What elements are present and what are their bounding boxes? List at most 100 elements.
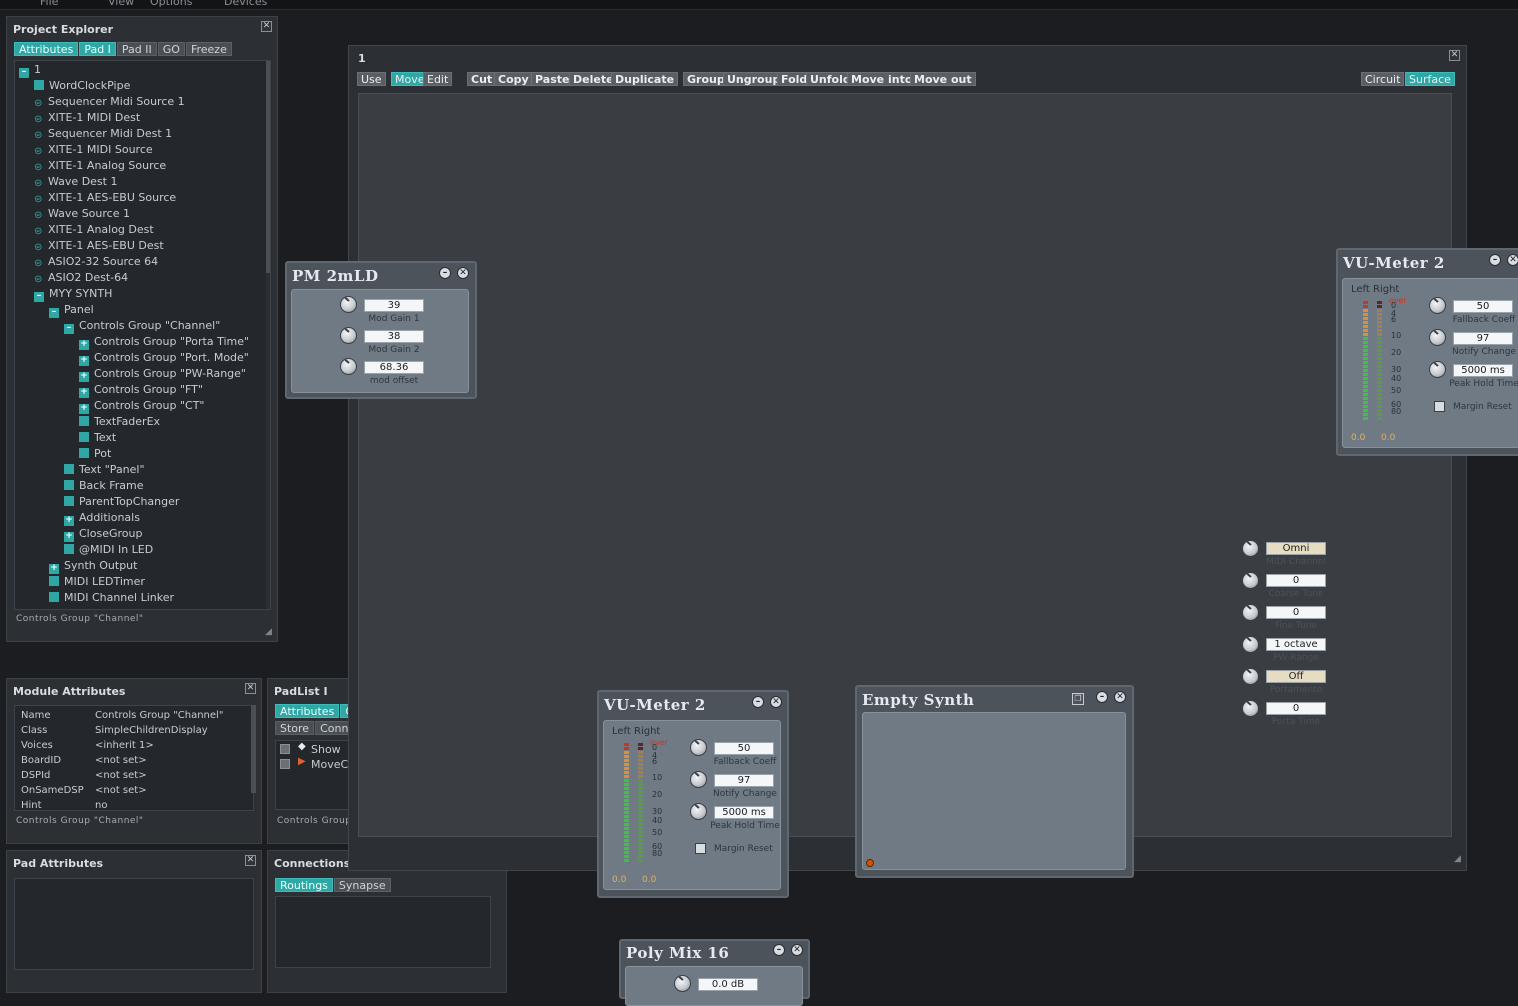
attr-scrollbar[interactable] (251, 705, 256, 793)
close-icon[interactable]: ✕ (1114, 691, 1126, 703)
resize-grip-icon[interactable]: ◢ (1454, 854, 1461, 864)
copy-icon[interactable]: ❐ (1072, 693, 1084, 705)
pad-label[interactable]: Show (311, 743, 341, 756)
close-icon[interactable]: ✕ (261, 21, 272, 32)
close-icon[interactable]: ✕ (1449, 50, 1460, 61)
expand-icon[interactable]: + (64, 532, 74, 542)
tree-item[interactable]: + Additionals (64, 510, 140, 526)
vu-value[interactable]: 50 (714, 742, 774, 755)
expand-icon[interactable]: + (79, 388, 89, 398)
view-surface-button[interactable]: Surface (1405, 72, 1455, 86)
tab-pad-ii[interactable]: Pad II (116, 42, 157, 56)
tree-item[interactable]: Back Frame (64, 478, 143, 494)
tree-item[interactable]: – MYY SYNTH (34, 286, 112, 302)
pm-knob[interactable] (340, 358, 357, 375)
tab-freeze[interactable]: Freeze (185, 42, 232, 56)
vu-knob[interactable] (1429, 329, 1446, 346)
pm2mld-module[interactable]: PM 2mLD – ✕ 39 Mod Gain 1 38 Mod Gain 2 68.3… (285, 261, 477, 399)
tree-item[interactable]: ⊜ XITE-1 MIDI Dest (34, 110, 140, 126)
tree-item[interactable]: ⊜ XITE-1 Analog Source (34, 158, 166, 174)
margin-reset-checkbox[interactable] (695, 843, 706, 854)
tree-item[interactable]: ⊜ Wave Source 1 (34, 206, 130, 222)
empty-synth-module[interactable]: Empty Synth ❐ – ✕ (855, 685, 1134, 878)
tree-item[interactable]: ⊜ XITE-1 MIDI Source (34, 142, 153, 158)
tab-attributes[interactable]: Attributes (275, 704, 340, 718)
tree-item[interactable]: @MIDI In LED (64, 542, 153, 558)
tree-item[interactable]: ⊜ XITE-1 AES-EBU Dest (34, 238, 164, 254)
tree-item[interactable]: WordClockPipe (34, 78, 130, 94)
vu-meter-module-1[interactable]: VU-Meter 2 – ✕ Left Right over 0 4 6 10 20 30 40… (597, 690, 789, 898)
tab-pad-i[interactable]: Pad I (79, 42, 116, 56)
close-icon[interactable]: ✕ (1507, 254, 1518, 266)
button-store[interactable]: Store (275, 721, 315, 735)
pm-knob[interactable] (340, 327, 357, 344)
tree-item[interactable]: ⊜ XITE-1 Analog Dest (34, 222, 154, 238)
ungroup-button[interactable]: Ungroup (723, 72, 785, 86)
vu-knob[interactable] (1429, 361, 1446, 378)
menu-options[interactable]: Options (150, 0, 192, 8)
vu-value[interactable]: 5000 ms (1453, 364, 1513, 377)
tree-item[interactable]: + Controls Group "CT" (79, 398, 205, 414)
collapse-icon[interactable]: – (19, 68, 29, 78)
channel-value[interactable]: Omni (1266, 542, 1326, 555)
minimize-icon[interactable]: – (752, 696, 764, 708)
expand-icon[interactable]: + (64, 516, 74, 526)
pm-value[interactable]: 38 (364, 330, 424, 343)
pm-knob[interactable] (340, 296, 357, 313)
tree-item[interactable]: MIDI Channel Linker (49, 590, 174, 606)
expand-icon[interactable]: + (79, 340, 89, 350)
tree-item[interactable]: + Synth Output (49, 558, 137, 574)
expand-icon[interactable]: + (79, 404, 89, 414)
collapse-icon[interactable]: – (34, 292, 44, 302)
close-icon[interactable]: ✕ (770, 696, 782, 708)
vu-meter-module-2[interactable]: VU-Meter 2 – ✕ Left Right over 0 4 6 10 20 30 40… (1336, 248, 1518, 456)
collapse-icon[interactable]: – (64, 324, 74, 334)
tree-item[interactable]: + Controls Group "Port. Mode" (79, 350, 249, 366)
move-out-button[interactable]: Move out (910, 72, 976, 86)
tree-item[interactable]: + Controls Group "PW-Range" (79, 366, 246, 382)
menu-file[interactable]: File (40, 0, 58, 8)
polymix-module[interactable]: Poly Mix 16 – ✕ 0.0 dB (619, 939, 810, 1006)
minimize-icon[interactable]: – (1489, 254, 1501, 266)
tab-attributes[interactable]: Attributes (14, 42, 79, 56)
close-icon[interactable]: ✕ (457, 267, 469, 279)
channel-knob[interactable] (1242, 604, 1259, 621)
tree-scroll-thumb[interactable] (266, 61, 270, 273)
collapse-icon[interactable]: – (49, 308, 59, 318)
channel-value[interactable]: 0 (1266, 606, 1326, 619)
tab-routings[interactable]: Routings (275, 878, 333, 892)
tree-item[interactable]: MIDI LEDTimer (49, 574, 145, 590)
tree-item[interactable]: ⊜ ASIO2 Dest-64 (34, 270, 128, 286)
minimize-icon[interactable]: – (1096, 691, 1108, 703)
copy-button[interactable]: Copy (494, 72, 533, 86)
vu-value[interactable]: 97 (714, 774, 774, 787)
volume-value[interactable]: 0.0 dB (698, 978, 758, 991)
tree-item[interactable]: ⊜ XITE-1 AES-EBU Source (34, 190, 176, 206)
paste-button[interactable]: Paste (531, 72, 574, 86)
tree-item[interactable]: Pot (79, 446, 111, 462)
attr-value[interactable]: <not set> (95, 755, 147, 766)
duplicate-button[interactable]: Duplicate (611, 72, 679, 86)
channel-value[interactable]: 0 (1266, 702, 1326, 715)
tree-item[interactable]: TextFaderEx (79, 414, 160, 430)
channel-value[interactable]: 1 octave (1266, 638, 1326, 651)
resize-grip-icon[interactable]: ◢ (265, 627, 272, 637)
tree-item[interactable]: + Controls Group "Porta Time" (79, 334, 249, 350)
minimize-icon[interactable]: – (439, 267, 451, 279)
tree-item[interactable]: ⊜ Sequencer Midi Dest 1 (34, 126, 172, 142)
expand-icon[interactable]: + (49, 564, 59, 574)
tree-item[interactable]: ⊜ ASIO2-32 Source 64 (34, 254, 158, 270)
expand-icon[interactable]: + (79, 372, 89, 382)
channel-knob[interactable] (1242, 700, 1259, 717)
attr-value[interactable]: <not set> (95, 770, 147, 781)
tree-item[interactable]: ParentTopChanger (64, 494, 179, 510)
close-icon[interactable]: ✕ (791, 944, 803, 956)
menu-devices[interactable]: Devices (224, 0, 267, 8)
view-circuit-button[interactable]: Circuit (1361, 72, 1405, 86)
tree-item[interactable]: Text "Panel" (64, 462, 145, 478)
attr-value[interactable]: SimpleChildrenDisplay (95, 725, 208, 736)
channel-knob[interactable] (1242, 540, 1259, 557)
attr-value[interactable]: Controls Group "Channel" (95, 710, 223, 721)
channel-knob[interactable] (1242, 636, 1259, 653)
expand-icon[interactable]: + (79, 356, 89, 366)
